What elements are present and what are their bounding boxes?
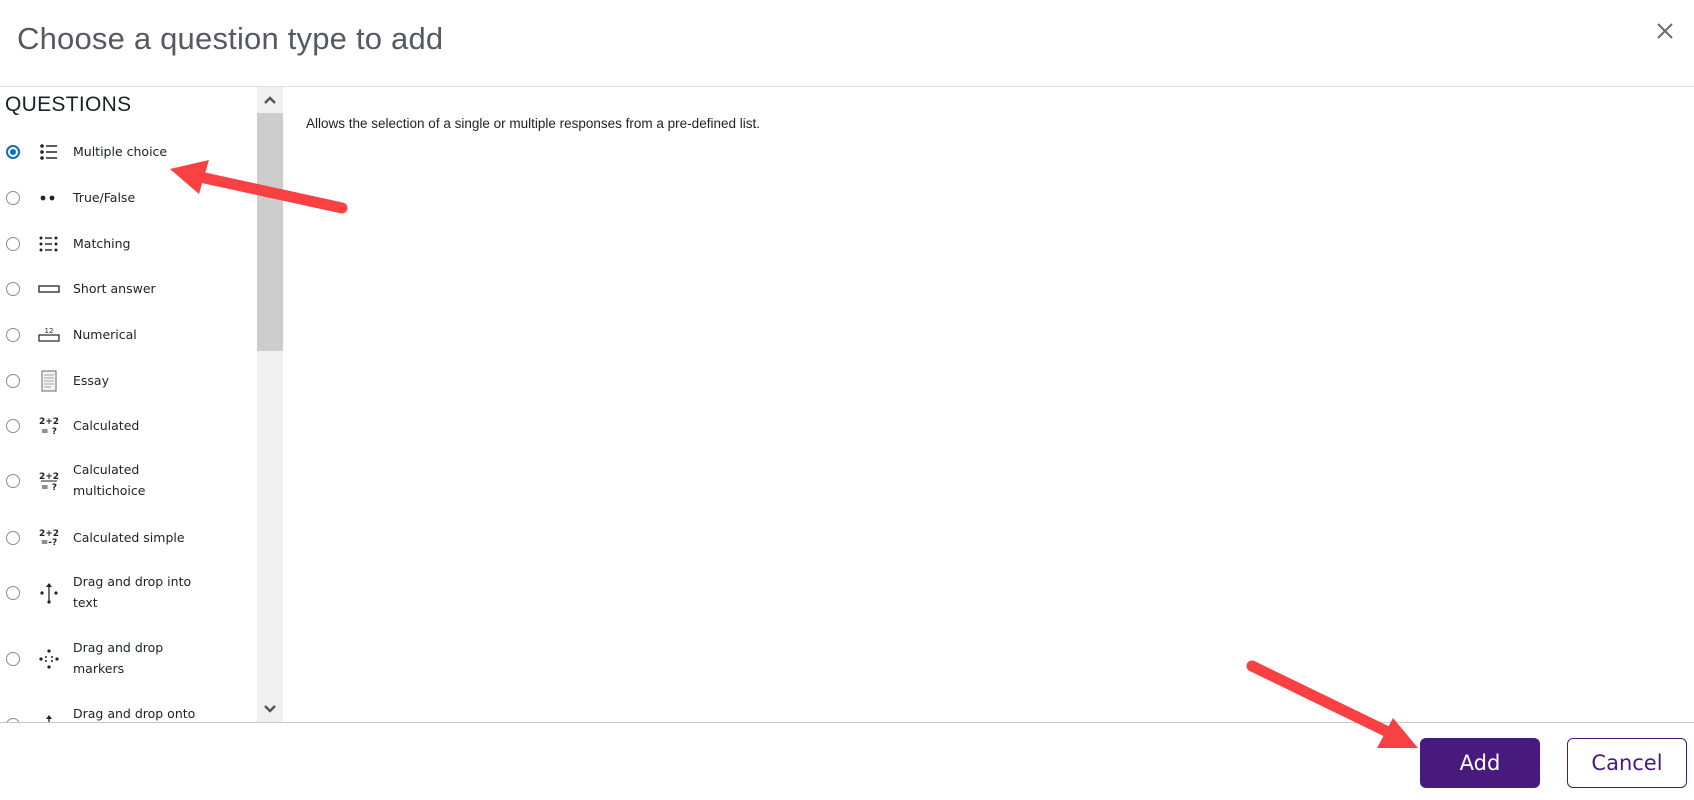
option-label: Numerical (73, 327, 137, 342)
option-label: Essay (73, 373, 109, 388)
calculated-icon: 2+2 = ? (38, 415, 60, 437)
option-drag-drop-image[interactable]: Drag and drop onto image (0, 699, 257, 722)
true-false-icon (38, 187, 60, 209)
option-drag-drop-markers[interactable]: Drag and drop markers (0, 633, 257, 685)
scrollbar-thumb[interactable] (257, 113, 283, 351)
option-true-false[interactable]: True/False (0, 178, 257, 218)
option-calculated-simple[interactable]: 2+2 =-? Calculated simple (0, 518, 257, 558)
option-label: Drag and drop markers (73, 640, 164, 676)
svg-text:12: 12 (45, 327, 54, 335)
option-label: Short answer (73, 281, 156, 296)
radio-drag-drop-text[interactable] (6, 586, 20, 600)
short-answer-icon (38, 278, 60, 300)
dialog-header: Choose a question type to add (0, 0, 1694, 87)
scroll-down-button[interactable] (257, 696, 283, 722)
section-label: QUESTIONS (5, 93, 132, 116)
option-drag-drop-text[interactable]: Drag and drop into text (0, 567, 257, 619)
question-type-description: Allows the selection of a single or mult… (306, 116, 760, 131)
list-scrollbar[interactable] (257, 87, 283, 722)
option-numerical[interactable]: 12 Numerical (0, 315, 257, 355)
option-label: Matching (73, 236, 131, 251)
option-label: Calculated simple (73, 530, 185, 545)
option-label: Drag and drop onto image (73, 706, 196, 721)
option-multiple-choice[interactable]: Multiple choice (0, 132, 257, 172)
option-essay[interactable]: Essay (0, 361, 257, 401)
calculated-simple-icon: 2+2 =-? (38, 527, 60, 549)
matching-icon (38, 233, 60, 255)
svg-text:2+2: 2+2 (39, 417, 59, 427)
radio-true-false[interactable] (6, 191, 20, 205)
close-icon (1657, 23, 1673, 39)
radio-multiple-choice[interactable] (6, 145, 20, 159)
drag-drop-text-icon (38, 582, 60, 604)
radio-calculated-multichoice[interactable] (6, 474, 20, 488)
radio-calculated[interactable] (6, 419, 20, 433)
option-calculated-multichoice[interactable]: 2+2 = ? Calculated multichoice (0, 455, 257, 507)
option-short-answer[interactable]: Short answer (0, 269, 257, 309)
svg-text:= ?: = ? (41, 427, 57, 437)
option-label: True/False (73, 190, 136, 205)
option-matching[interactable]: Matching (0, 224, 257, 264)
numerical-icon: 12 (38, 324, 60, 346)
question-type-list: QUESTIONS Multiple choice True/False Mat… (0, 87, 257, 722)
drag-drop-markers-icon (38, 648, 60, 670)
option-label: Calculated multichoice (73, 462, 146, 498)
radio-short-answer[interactable] (6, 282, 20, 296)
radio-calculated-simple[interactable] (6, 531, 20, 545)
drag-drop-image-icon (38, 714, 60, 722)
radio-drag-drop-markers[interactable] (6, 652, 20, 666)
option-label: Multiple choice (73, 144, 168, 159)
svg-text:= ?: = ? (41, 483, 57, 492)
option-label: Drag and drop into text (73, 574, 192, 610)
option-calculated[interactable]: 2+2 = ? Calculated (0, 406, 257, 446)
chevron-up-icon (264, 96, 276, 104)
cancel-button[interactable]: Cancel (1567, 738, 1687, 788)
dialog-footer: Add Cancel (0, 722, 1694, 800)
close-button[interactable] (1652, 18, 1678, 44)
radio-matching[interactable] (6, 237, 20, 251)
add-button[interactable]: Add (1420, 738, 1540, 788)
svg-text:=-?: =-? (41, 538, 58, 548)
option-label: Calculated (73, 418, 140, 433)
scroll-up-button[interactable] (257, 87, 283, 113)
chevron-down-icon (264, 705, 276, 713)
radio-numerical[interactable] (6, 328, 20, 342)
radio-essay[interactable] (6, 374, 20, 388)
calculated-multichoice-icon: 2+2 = ? (38, 470, 60, 493)
essay-icon (38, 370, 60, 392)
multiple-choice-icon (38, 141, 60, 163)
dialog-title: Choose a question type to add (17, 21, 444, 56)
